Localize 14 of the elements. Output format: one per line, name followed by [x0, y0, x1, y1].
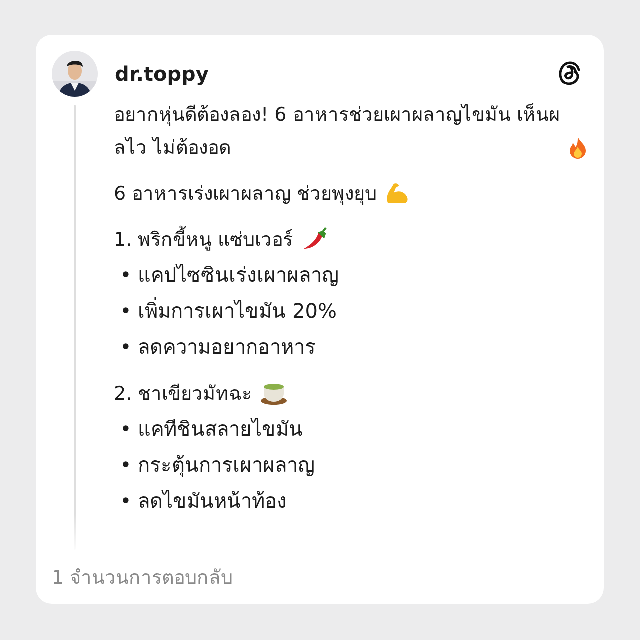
bullet-point: • กระตุ้นการเผาผลาญ — [119, 452, 316, 480]
bullet-point: • ลดความอยากอาหาร — [119, 334, 318, 361]
post-text: 6 อาหารเร่งเผาผลาญ ช่วยพุงยุบ — [114, 182, 378, 207]
post-text: อยากหุ่นดีต้องลอง! 6 อาหารช่วยเผาผลาญไขมัน เห็นผลไว ไม่ต้องอด — [114, 102, 560, 161]
fire-icon — [568, 137, 588, 159]
tea-cup-icon — [260, 381, 288, 405]
item-heading: 1. พริกขี้หนู แซ่บเวอร์ — [114, 224, 294, 257]
username[interactable]: dr.toppy — [115, 62, 541, 86]
bullet-point: • แคปไซซินเร่งเผาผลาญ — [119, 262, 340, 289]
bullet-point: • เพิ่มการเผาไขมัน 20% — [119, 296, 338, 325]
bullet-point: • แคทีชินสลายไขมัน — [119, 416, 304, 443]
item-heading: 2. ชาเขียวมัทฉะ — [114, 382, 252, 407]
bullet-point: • ลดไขมันหน้าท้อง — [119, 488, 288, 515]
threads-logo-icon — [558, 61, 582, 87]
